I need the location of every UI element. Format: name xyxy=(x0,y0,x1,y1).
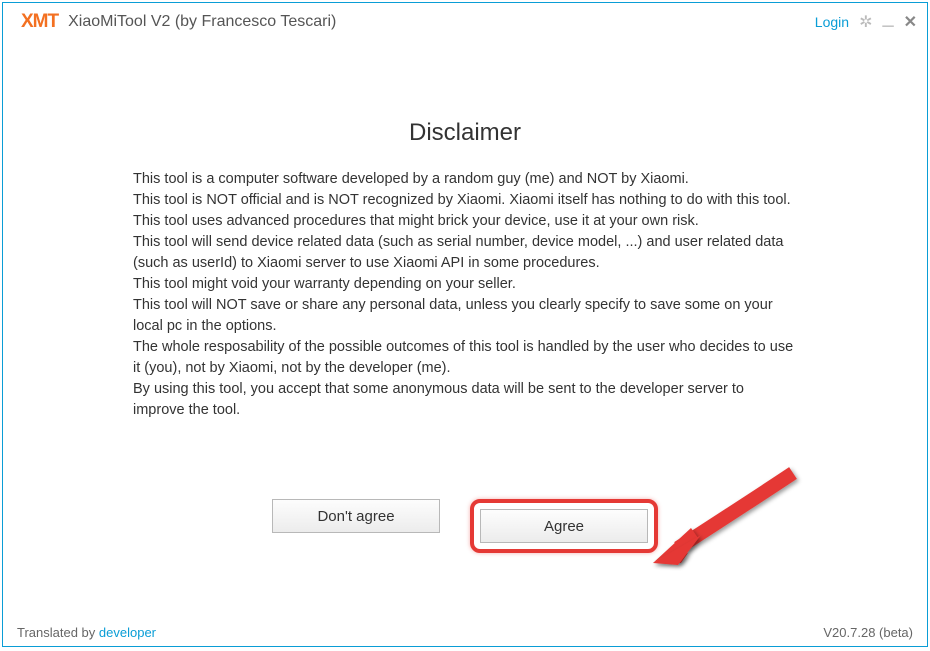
disclaimer-line: This tool might void your warranty depen… xyxy=(133,274,797,295)
minimize-button[interactable]: _ xyxy=(882,13,893,31)
translated-label: Translated by xyxy=(17,625,99,640)
footer: Translated by developer V20.7.28 (beta) xyxy=(3,618,927,646)
version-label: V20.7.28 (beta) xyxy=(823,625,913,640)
titlebar: XMT XiaoMiTool V2 (by Francesco Tescari)… xyxy=(3,3,927,41)
disclaimer-line: This tool will send device related data … xyxy=(133,232,797,274)
disclaimer-heading: Disclaimer xyxy=(133,119,797,147)
disclaimer-text: This tool is a computer software develop… xyxy=(133,169,797,421)
disclaimer-line: This tool is NOT official and is NOT rec… xyxy=(133,190,797,211)
developer-link[interactable]: developer xyxy=(99,625,156,640)
disclaimer-line: This tool is a computer software develop… xyxy=(133,169,797,190)
disclaimer-line: By using this tool, you accept that some… xyxy=(133,379,797,421)
disclaimer-line: The whole resposability of the possible … xyxy=(133,337,797,379)
highlight-annotation: Agree xyxy=(470,499,658,553)
login-link[interactable]: Login xyxy=(815,14,849,30)
titlebar-controls: Login ✲ _ ✕ xyxy=(815,12,917,32)
app-title: XiaoMiTool V2 (by Francesco Tescari) xyxy=(68,13,815,31)
button-row: Don't agree Agree xyxy=(133,499,797,553)
disclaimer-line: This tool uses advanced procedures that … xyxy=(133,211,797,232)
translated-by: Translated by developer xyxy=(17,625,156,640)
gear-icon[interactable]: ✲ xyxy=(859,12,872,32)
close-button[interactable]: ✕ xyxy=(904,12,917,32)
app-logo: XMT xyxy=(21,11,58,33)
dont-agree-button[interactable]: Don't agree xyxy=(272,499,440,533)
app-window: XMT XiaoMiTool V2 (by Francesco Tescari)… xyxy=(2,2,928,647)
content-area: Disclaimer This tool is a computer softw… xyxy=(3,41,927,618)
agree-button[interactable]: Agree xyxy=(480,509,648,543)
disclaimer-line: This tool will NOT save or share any per… xyxy=(133,295,797,337)
